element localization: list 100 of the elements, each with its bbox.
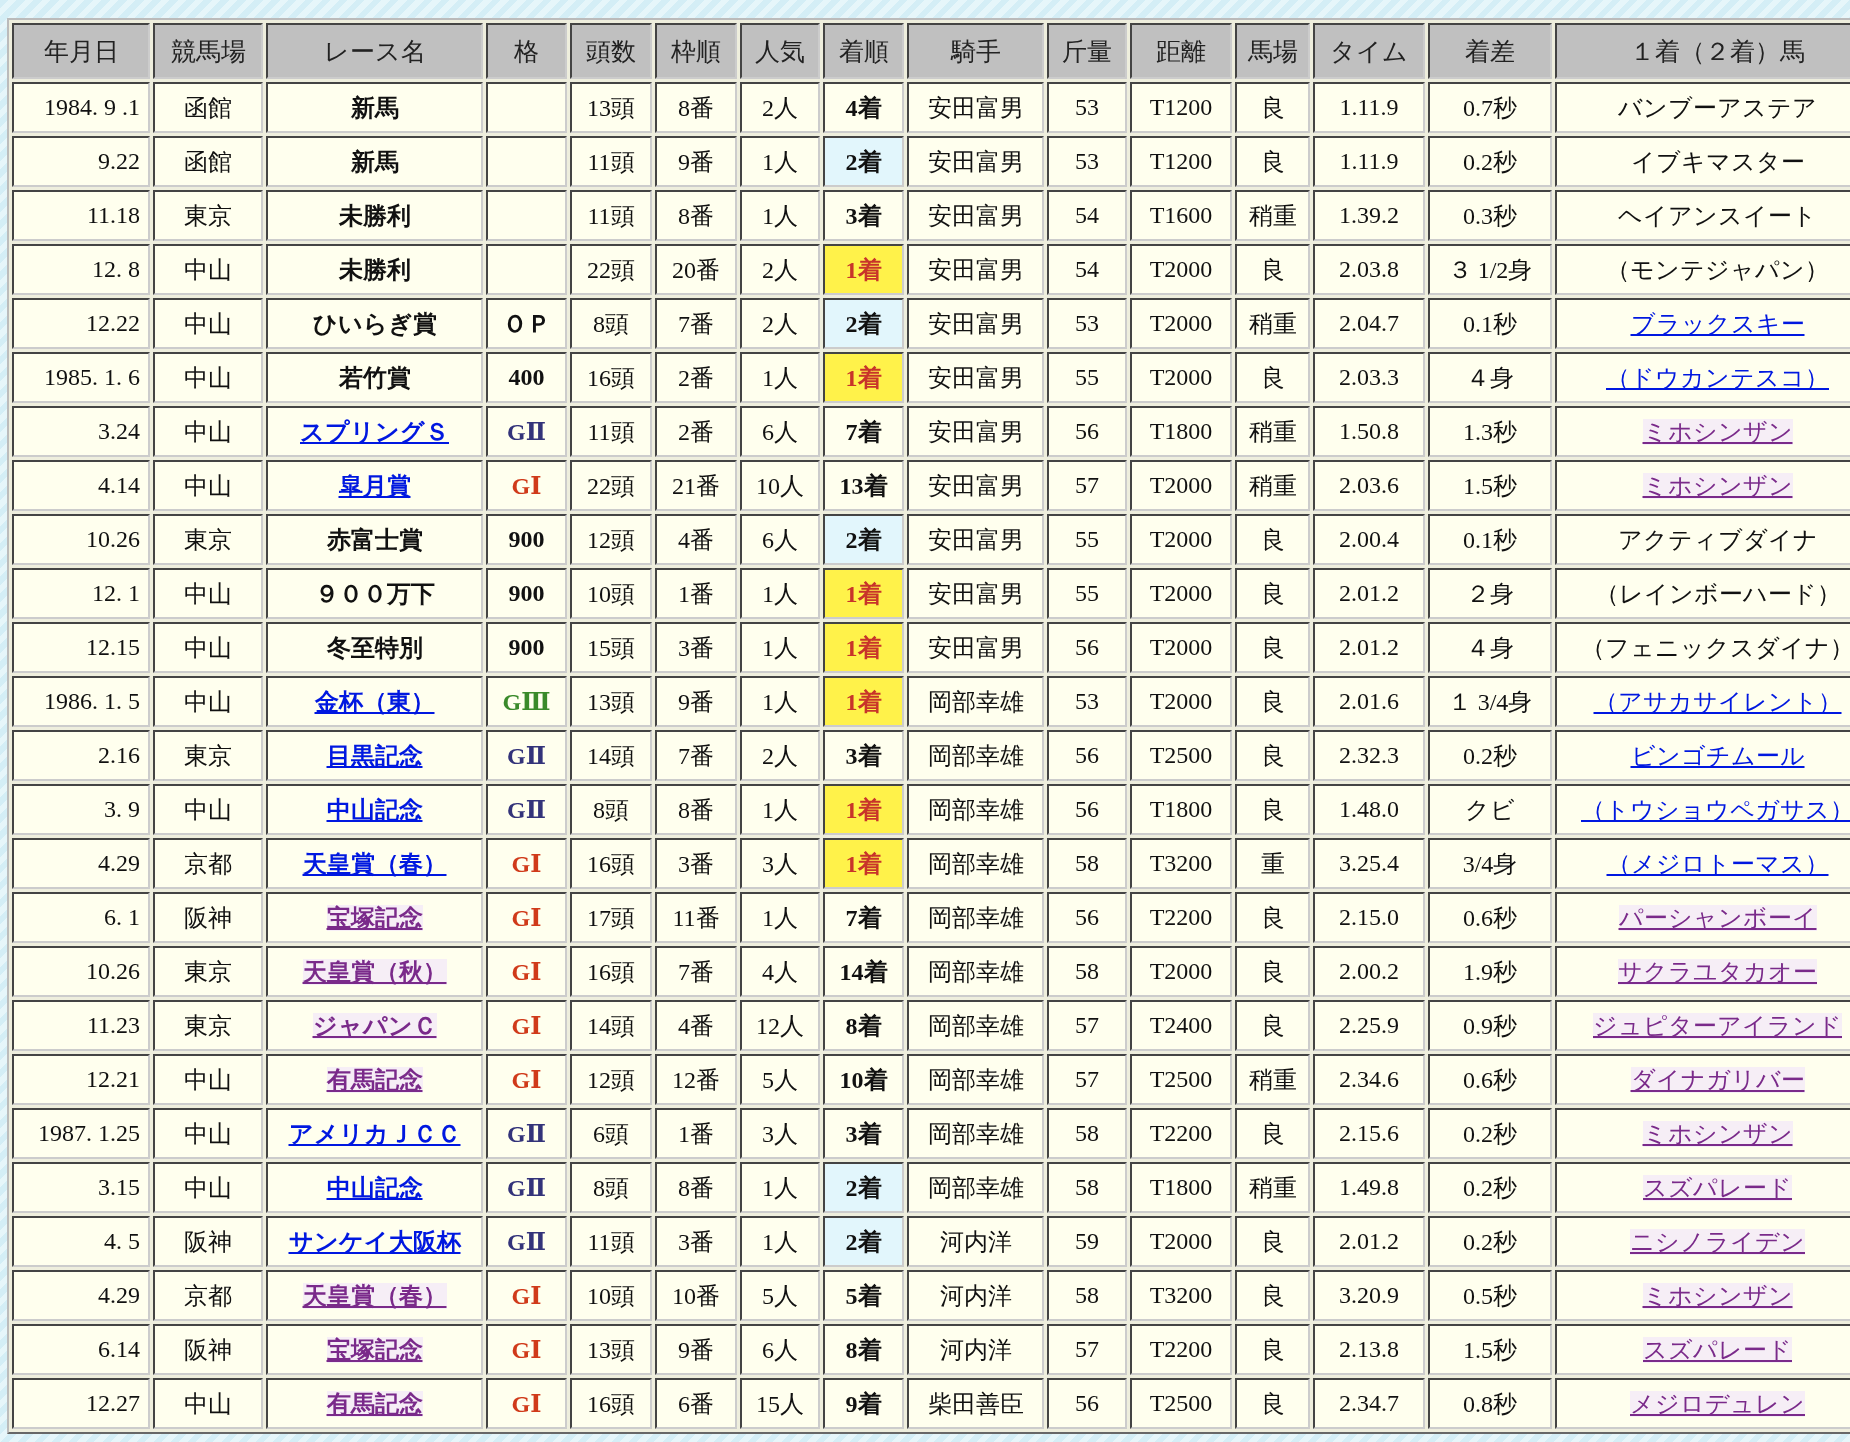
horse-link[interactable]: サクラユタカオー — [1618, 958, 1817, 985]
horse-link[interactable]: スズパレード — [1643, 1174, 1792, 1201]
horse-link[interactable]: ミホシンザン — [1642, 472, 1793, 499]
race-link[interactable]: スプリングＳ — [300, 418, 449, 445]
table-cell: 安田富男 — [907, 136, 1044, 187]
table-cell: 稍重 — [1235, 1054, 1310, 1105]
table-cell: 未勝利 — [266, 190, 483, 241]
column-header: 馬場 — [1235, 23, 1310, 79]
table-cell: 56 — [1047, 622, 1127, 673]
table-cell: 11頭 — [570, 406, 652, 457]
column-header: 着順 — [823, 23, 904, 79]
table-cell: 0.9秒 — [1428, 1000, 1552, 1051]
table-cell: 54 — [1047, 244, 1127, 295]
table-cell: 中山 — [153, 352, 263, 403]
table-cell: T3200 — [1130, 1270, 1232, 1321]
race-link[interactable]: 目黒記念 — [326, 742, 423, 769]
table-cell: T1200 — [1130, 82, 1232, 133]
race-link[interactable]: 中山記念 — [326, 1174, 423, 1201]
table-cell: 安田富男 — [907, 514, 1044, 565]
table-cell: 中山 — [153, 298, 263, 349]
table-cell: 若竹賞 — [266, 352, 483, 403]
table-cell: 10番 — [655, 1270, 737, 1321]
race-link[interactable]: サンケイ大阪杯 — [288, 1228, 461, 1255]
race-link[interactable]: 宝塚記念 — [326, 1336, 423, 1363]
table-cell: 3.25.4 — [1313, 838, 1425, 889]
horse-link[interactable]: ニシノライデン — [1630, 1228, 1805, 1255]
table-cell: 東京 — [153, 514, 263, 565]
table-cell: 良 — [1235, 1216, 1310, 1267]
column-header: 格 — [486, 23, 567, 79]
table-cell: 22頭 — [570, 460, 652, 511]
table-cell: 4着 — [823, 82, 904, 133]
table-cell: 3番 — [655, 838, 737, 889]
horse-link[interactable]: （メジロトーマス） — [1606, 850, 1829, 877]
table-cell: 10.26 — [12, 514, 150, 565]
table-cell: GⅠ — [486, 838, 567, 889]
horse-link[interactable]: ダイナガリバー — [1630, 1066, 1805, 1093]
table-cell: 0.6秒 — [1428, 1054, 1552, 1105]
horse-link[interactable]: パーシャンボーイ — [1618, 904, 1817, 931]
horse-link[interactable]: （トウショウペガサス） — [1581, 796, 1850, 823]
horse-link[interactable]: （ドウカンテスコ） — [1606, 364, 1829, 391]
table-cell: 1着 — [823, 784, 904, 835]
table-cell: 重 — [1235, 838, 1310, 889]
table-cell: GⅠ — [486, 1000, 567, 1051]
column-header: 斤量 — [1047, 23, 1127, 79]
table-cell: 1人 — [740, 136, 820, 187]
race-link[interactable]: 有馬記念 — [326, 1066, 423, 1093]
table-cell: 京都 — [153, 838, 263, 889]
horse-link[interactable]: ジュピターアイランド — [1593, 1012, 1842, 1039]
race-link[interactable]: 有馬記念 — [326, 1390, 423, 1417]
horse-link[interactable]: （アサカサイレント） — [1593, 688, 1842, 715]
horse-link[interactable]: ミホシンザン — [1642, 1120, 1793, 1147]
table-cell: 11頭 — [570, 190, 652, 241]
horse-link[interactable]: ミホシンザン — [1642, 418, 1793, 445]
table-cell: 良 — [1235, 1000, 1310, 1051]
table-cell: ４身 — [1428, 622, 1552, 673]
table-cell: 55 — [1047, 568, 1127, 619]
race-link[interactable]: 皐月賞 — [338, 472, 411, 499]
table-cell: 岡部幸雄 — [907, 730, 1044, 781]
table-cell: 17頭 — [570, 892, 652, 943]
table-cell: 7番 — [655, 298, 737, 349]
horse-link[interactable]: ブラックスキー — [1630, 310, 1805, 337]
table-cell: 1987. 1.25 — [12, 1108, 150, 1159]
table-cell: 1着 — [823, 676, 904, 727]
race-link[interactable]: 天皇賞（春） — [302, 1282, 447, 1309]
table-cell: 冬至特別 — [266, 622, 483, 673]
table-cell: 2.01.6 — [1313, 676, 1425, 727]
table-cell: 1着 — [823, 622, 904, 673]
race-link[interactable]: ジャパンＣ — [312, 1012, 437, 1039]
table-cell: T2500 — [1130, 1054, 1232, 1105]
table-cell: 岡部幸雄 — [907, 892, 1044, 943]
table-cell: 8番 — [655, 784, 737, 835]
table-cell: 54 — [1047, 190, 1127, 241]
horse-link[interactable]: ミホシンザン — [1642, 1282, 1793, 1309]
horse-link[interactable]: ビンゴチムール — [1630, 742, 1805, 769]
table-cell: 1.49.8 — [1313, 1162, 1425, 1213]
table-cell: 新馬 — [266, 136, 483, 187]
race-link[interactable]: 宝塚記念 — [326, 904, 423, 931]
table-cell: 11番 — [655, 892, 737, 943]
table-cell: 2.04.7 — [1313, 298, 1425, 349]
race-link[interactable]: 金杯（東） — [314, 688, 435, 715]
table-cell: 9番 — [655, 676, 737, 727]
table-cell: 56 — [1047, 730, 1127, 781]
column-header: 年月日 — [12, 23, 150, 79]
table-cell: GⅡ — [486, 406, 567, 457]
race-link[interactable]: 天皇賞（春） — [302, 850, 447, 877]
column-header: タイム — [1313, 23, 1425, 79]
table-cell: 東京 — [153, 946, 263, 997]
horse-link[interactable]: メジロデュレン — [1630, 1390, 1805, 1417]
race-link[interactable]: アメリカＪＣＣ — [288, 1120, 461, 1147]
table-cell: T2200 — [1130, 1324, 1232, 1375]
race-link[interactable]: 天皇賞（秋） — [302, 958, 447, 985]
race-link[interactable]: 中山記念 — [326, 796, 423, 823]
table-cell: 58 — [1047, 946, 1127, 997]
table-cell: T2000 — [1130, 568, 1232, 619]
column-header: 着差 — [1428, 23, 1552, 79]
table-cell: 900 — [486, 514, 567, 565]
table-cell: 2.03.3 — [1313, 352, 1425, 403]
table-cell: 0.6秒 — [1428, 892, 1552, 943]
horse-link[interactable]: スズパレード — [1643, 1336, 1792, 1363]
table-cell: 岡部幸雄 — [907, 1000, 1044, 1051]
